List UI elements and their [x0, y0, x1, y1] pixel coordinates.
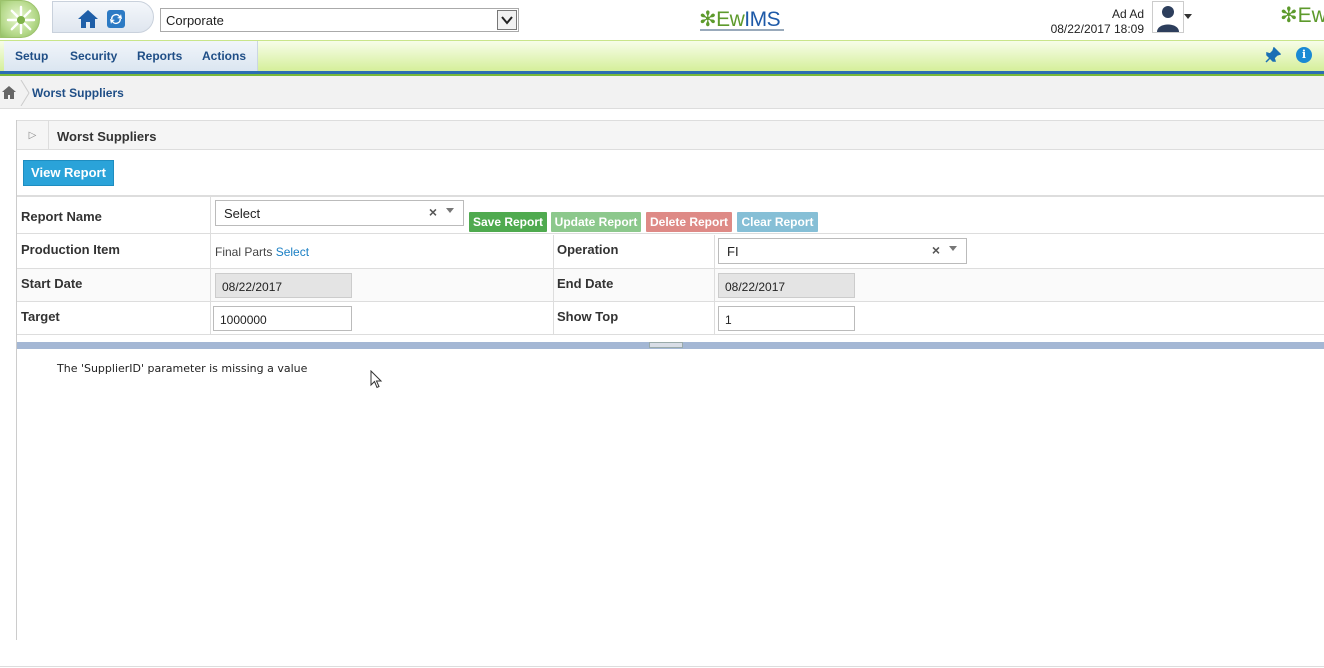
main-menu-bar: Setup Security Reports Actions i — [0, 40, 1324, 71]
brand-flower-icon: ✻ — [699, 8, 717, 31]
menu-reports[interactable]: Reports — [126, 41, 195, 71]
clear-icon[interactable]: × — [429, 204, 437, 220]
column-divider — [553, 269, 554, 301]
quick-nav-pill — [52, 1, 154, 33]
splitter-bar[interactable] — [17, 342, 1324, 349]
bottom-border — [0, 666, 1324, 667]
user-name: Ad Ad — [1111, 7, 1144, 21]
column-divider — [714, 235, 715, 268]
operation-combo[interactable]: FI × — [718, 238, 967, 264]
show-top-input[interactable]: 1 — [718, 306, 855, 331]
breadcrumb-home-icon[interactable] — [2, 86, 16, 102]
collapse-handle-icon[interactable] — [649, 342, 683, 348]
menu-setup[interactable]: Setup — [4, 41, 61, 71]
breadcrumb-separator-icon — [20, 80, 30, 106]
target-label: Target — [21, 309, 60, 324]
column-divider — [210, 235, 211, 268]
report-name-combo[interactable]: Select × — [215, 200, 464, 226]
save-report-button[interactable]: Save Report — [469, 212, 547, 232]
menu-security[interactable]: Security — [59, 41, 130, 71]
brand-tagline-bar — [700, 29, 784, 31]
report-panel: ▷ Worst Suppliers View Report Report Nam… — [16, 120, 1324, 640]
chevron-down-icon[interactable] — [497, 10, 517, 30]
end-date-input[interactable]: 08/22/2017 — [718, 273, 855, 298]
refresh-icon[interactable] — [107, 10, 125, 31]
app-logo[interactable] — [0, 0, 40, 38]
expand-toggle-icon[interactable]: ▷ — [17, 121, 49, 150]
company-select[interactable]: Corporate — [160, 8, 519, 32]
production-item-text: Final Parts — [215, 245, 273, 259]
delete-report-button[interactable]: Delete Report — [646, 212, 732, 232]
column-divider — [210, 269, 211, 301]
target-input[interactable]: 1000000 — [213, 306, 352, 331]
top-bar: Corporate ✻EwIMS Ad Ad 08/22/2017 18:09 … — [0, 0, 1324, 40]
production-item-select-link[interactable]: Select — [276, 245, 309, 259]
panel-title: Worst Suppliers — [57, 129, 157, 144]
form-row-target: Target 1000000 Show Top 1 — [17, 302, 1324, 335]
breadcrumb-current[interactable]: Worst Suppliers — [32, 86, 124, 100]
pin-icon[interactable] — [1265, 46, 1282, 66]
panel-header: ▷ Worst Suppliers — [17, 120, 1324, 150]
company-select-value: Corporate — [166, 13, 224, 28]
report-name-label: Report Name — [21, 209, 102, 224]
mouse-cursor-icon — [370, 370, 383, 389]
form-row-production-item: Production Item Final Parts Select Opera… — [17, 235, 1324, 269]
column-divider — [714, 302, 715, 334]
breadcrumb: Worst Suppliers — [0, 76, 1324, 109]
sunburst-logo-icon — [6, 5, 36, 35]
column-divider — [210, 197, 211, 235]
form-row-report-name: Report Name Select × Save Report Update … — [17, 195, 1324, 235]
form-row-dates: Start Date 08/22/2017 End Date 08/22/201… — [17, 269, 1324, 302]
operation-label: Operation — [557, 242, 619, 257]
end-date-label: End Date — [557, 276, 614, 291]
brand-flower-icon: ✻ — [1280, 4, 1298, 27]
clear-report-button[interactable]: Clear Report — [737, 212, 818, 232]
brand-logo-right: ✻Ew — [1280, 4, 1324, 27]
column-divider — [714, 269, 715, 301]
production-item-value: Final Parts Select — [215, 245, 309, 259]
column-divider — [210, 302, 211, 334]
user-menu-caret-icon[interactable] — [1184, 14, 1192, 19]
view-report-button[interactable]: View Report — [23, 160, 114, 186]
menu-actions[interactable]: Actions — [191, 41, 259, 71]
start-date-input[interactable]: 08/22/2017 — [215, 273, 352, 298]
update-report-button[interactable]: Update Report — [551, 212, 641, 232]
operation-value: FI — [727, 244, 739, 259]
show-top-label: Show Top — [557, 309, 619, 324]
report-error-message: The 'SupplierID' parameter is missing a … — [57, 362, 308, 375]
start-date-label: Start Date — [21, 276, 83, 291]
home-icon[interactable] — [77, 9, 99, 32]
column-divider — [553, 235, 554, 268]
clear-icon[interactable]: × — [932, 242, 940, 258]
column-divider — [553, 302, 554, 334]
production-item-label: Production Item — [21, 242, 120, 257]
chevron-down-icon[interactable] — [949, 246, 957, 251]
user-datetime: 08/22/2017 18:09 — [1050, 22, 1144, 36]
user-avatar-icon[interactable] — [1152, 1, 1184, 33]
report-name-value: Select — [224, 206, 261, 221]
info-icon[interactable]: i — [1296, 47, 1312, 63]
chevron-down-icon[interactable] — [446, 208, 454, 213]
